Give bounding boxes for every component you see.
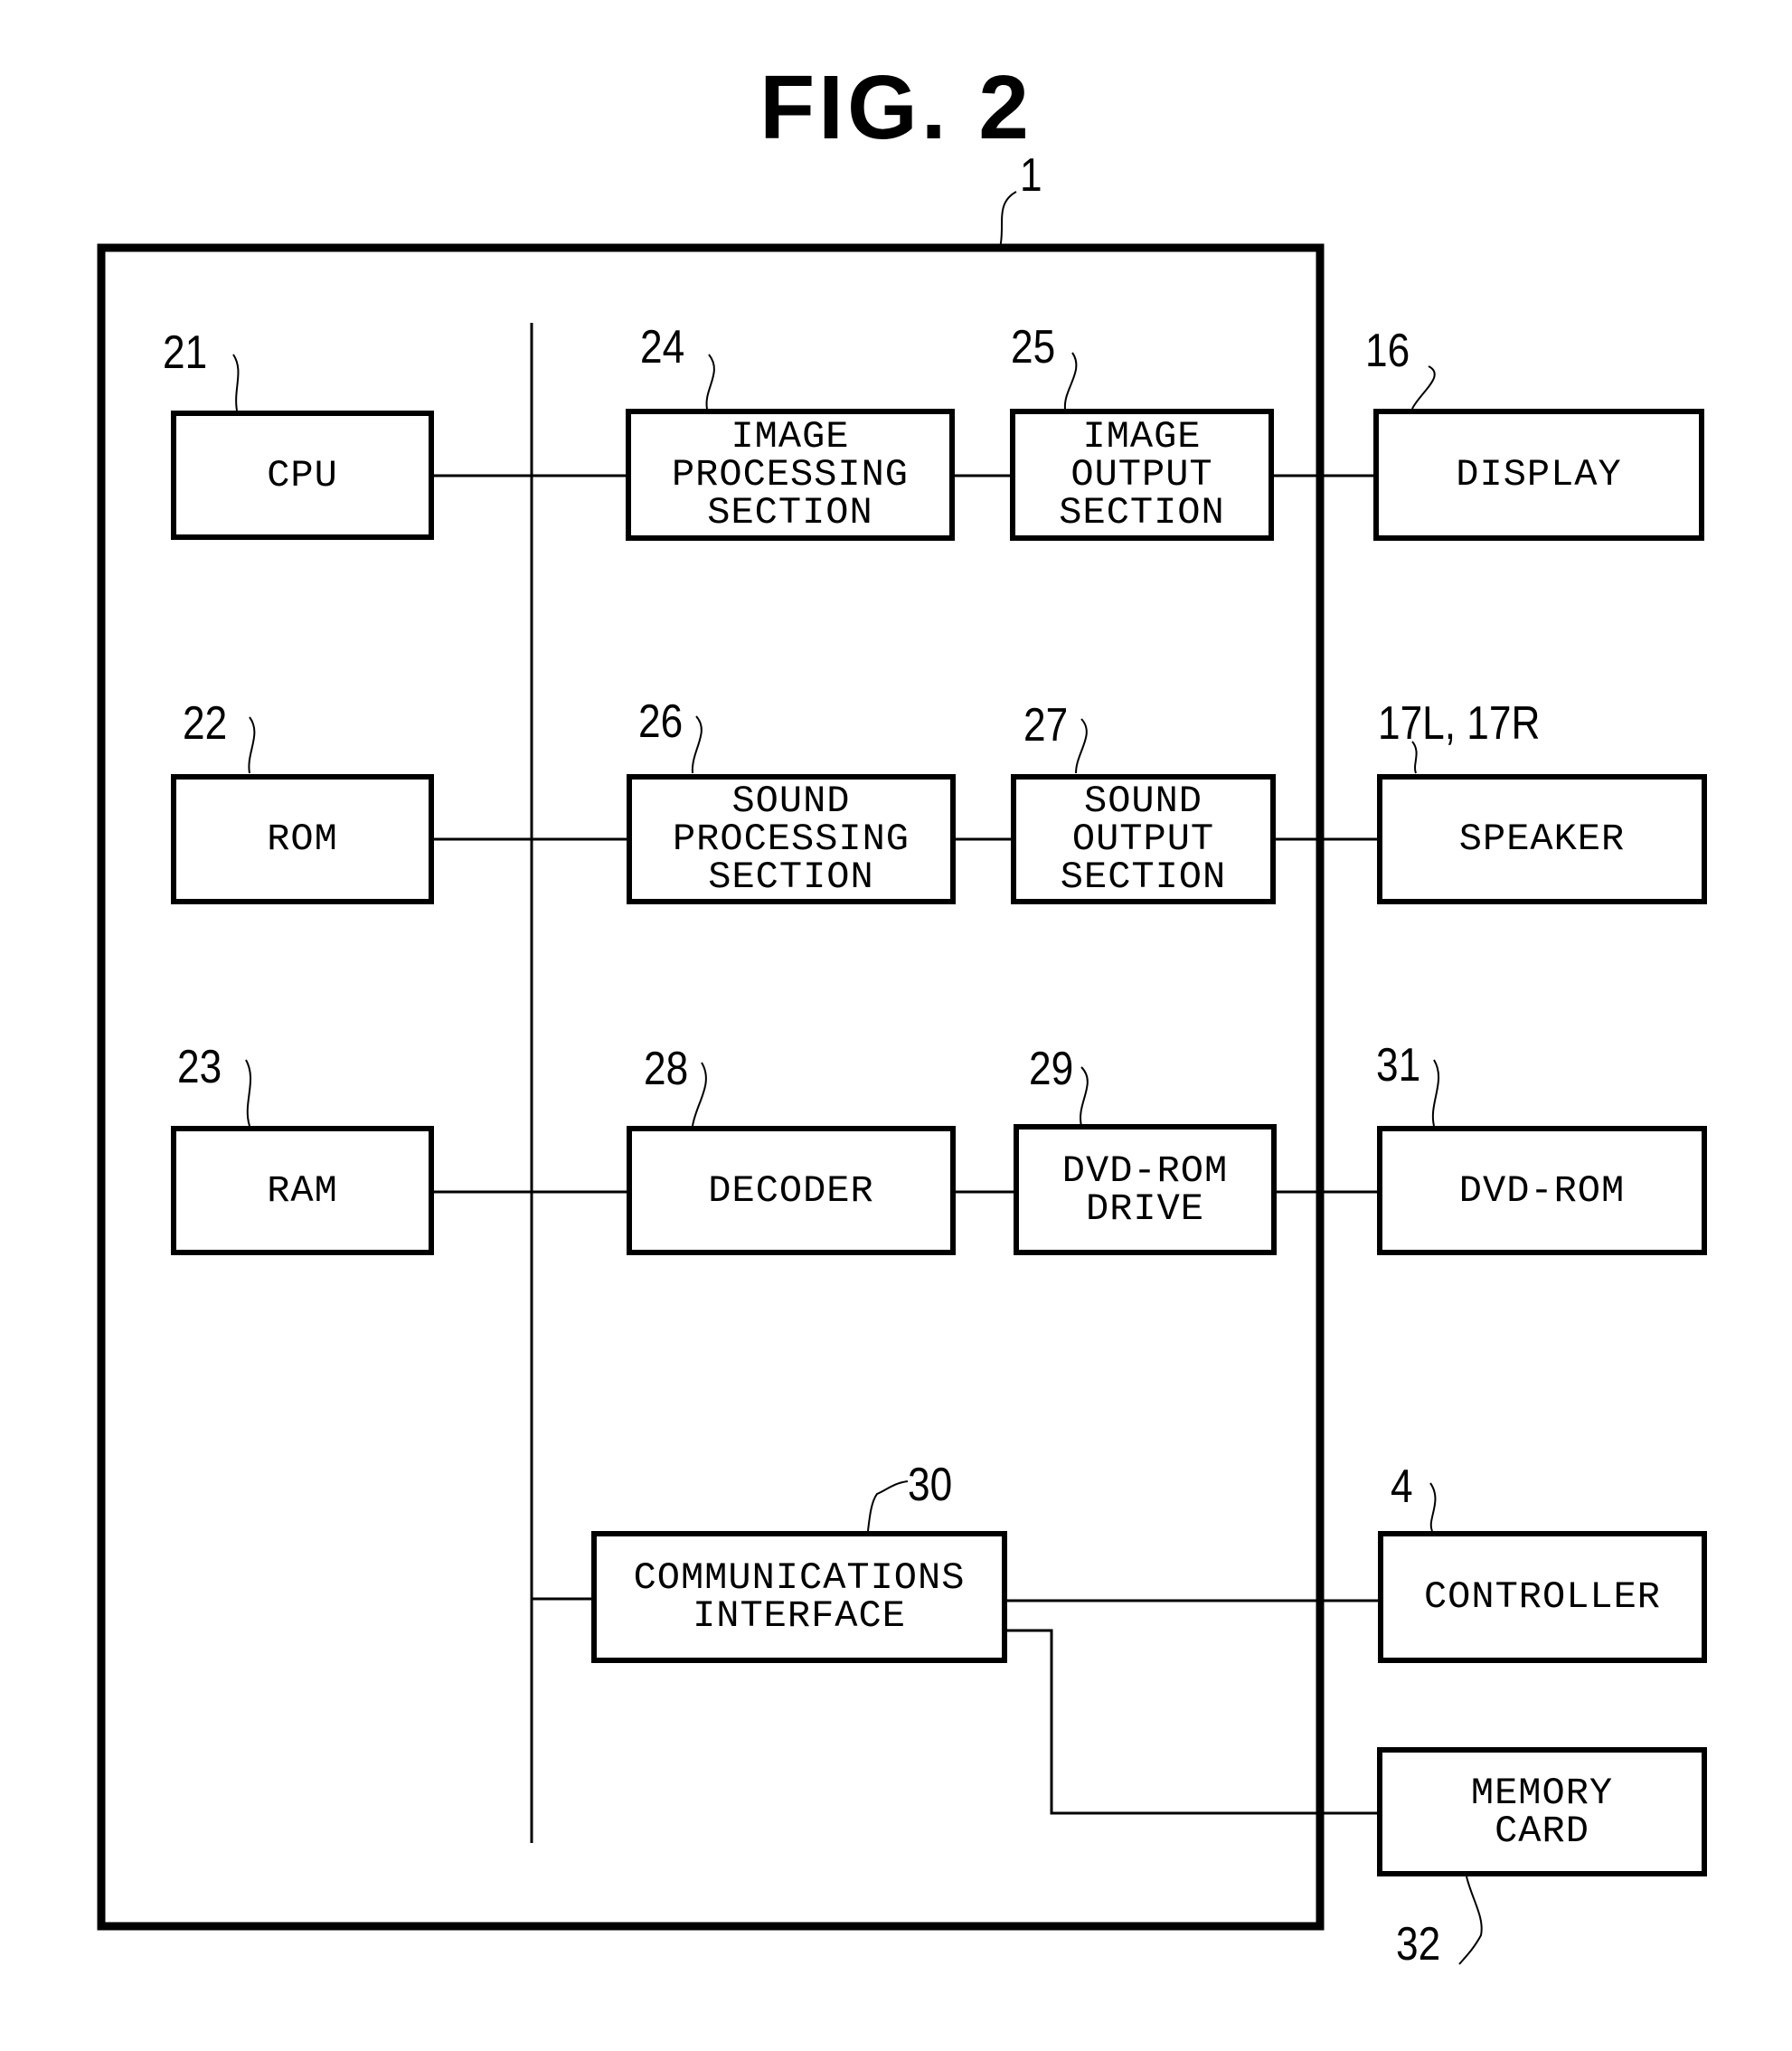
leader-23 xyxy=(245,1059,252,1127)
cpu-label: CPU xyxy=(267,453,338,497)
leader-25 xyxy=(1063,352,1078,410)
dvd-rom-label: DVD-ROM xyxy=(1458,1168,1626,1213)
leader-28 xyxy=(692,1062,707,1127)
rom-block: ROM xyxy=(171,774,434,904)
sound-processing-block: SOUND PROCESSING SECTION xyxy=(627,774,956,904)
leader-32 xyxy=(1458,1876,1483,1965)
ref-cpu: 21 xyxy=(163,326,208,379)
leader-22 xyxy=(248,716,256,774)
image-processing-block: IMAGE PROCESSING SECTION xyxy=(626,409,955,541)
cpu-block: CPU xyxy=(171,411,434,540)
ref-device: 1 xyxy=(1020,149,1042,202)
ref-sound-processing: 26 xyxy=(638,695,684,748)
ref-controller: 4 xyxy=(1391,1460,1413,1513)
decoder-label: DECODER xyxy=(708,1168,874,1213)
image-output-label: IMAGE OUTPUT SECTION xyxy=(1059,415,1225,534)
speaker-label: SPEAKER xyxy=(1458,818,1626,861)
dvd-rom-drive-block: DVD-ROM DRIVE xyxy=(1014,1124,1277,1255)
ref-dvd-rom: 31 xyxy=(1376,1039,1421,1092)
communications-interface-block: COMMUNICATIONS INTERFACE xyxy=(591,1531,1007,1663)
memory-card-label: MEMORY CARD xyxy=(1470,1771,1614,1853)
ref-dvd-rom-drive: 29 xyxy=(1029,1043,1074,1095)
leader-27 xyxy=(1075,718,1088,774)
ram-block: RAM xyxy=(171,1126,434,1255)
display-block: DISPLAY xyxy=(1373,409,1704,541)
display-label: DISPLAY xyxy=(1456,453,1622,496)
leader-16 xyxy=(1411,365,1436,410)
ref-display: 16 xyxy=(1365,325,1410,377)
leader-29 xyxy=(1080,1066,1089,1127)
diagram-lines xyxy=(97,191,1483,1965)
leader-1 xyxy=(999,191,1017,249)
ref-image-processing: 24 xyxy=(640,321,685,373)
sound-output-label: SOUND OUTPUT SECTION xyxy=(1060,780,1227,899)
rom-label: ROM xyxy=(267,818,338,861)
speaker-block: SPEAKER xyxy=(1377,774,1707,904)
ram-label: RAM xyxy=(267,1168,338,1213)
ref-communications-interface: 30 xyxy=(908,1459,953,1511)
image-processing-label: IMAGE PROCESSING SECTION xyxy=(671,415,910,534)
leader-4 xyxy=(1429,1482,1437,1532)
dvd-rom-drive-label: DVD-ROM DRIVE xyxy=(1061,1148,1229,1231)
image-output-block: IMAGE OUTPUT SECTION xyxy=(1010,409,1274,541)
leader-21 xyxy=(232,354,240,411)
ref-ram: 23 xyxy=(177,1041,222,1093)
ref-memory-card: 32 xyxy=(1396,1918,1441,1971)
communications-interface-label: COMMUNICATIONS INTERFACE xyxy=(633,1556,966,1638)
dvd-rom-block: DVD-ROM xyxy=(1377,1126,1707,1255)
ref-image-output: 25 xyxy=(1011,321,1056,373)
controller-block: CONTROLLER xyxy=(1378,1531,1707,1663)
leader-30 xyxy=(867,1480,909,1532)
ref-sound-output: 27 xyxy=(1023,699,1069,751)
leader-26 xyxy=(691,715,703,774)
ref-speaker: 17L, 17R xyxy=(1378,697,1541,750)
memory-card-block: MEMORY CARD xyxy=(1377,1747,1707,1876)
leader-31 xyxy=(1431,1059,1440,1127)
ref-decoder: 28 xyxy=(644,1043,689,1095)
decoder-block: DECODER xyxy=(627,1126,956,1255)
leader-24 xyxy=(705,354,715,410)
controller-label: CONTROLLER xyxy=(1423,1575,1662,1619)
ref-rom: 22 xyxy=(183,697,228,750)
sound-processing-label: SOUND PROCESSING SECTION xyxy=(672,780,910,899)
sound-output-block: SOUND OUTPUT SECTION xyxy=(1011,774,1276,904)
